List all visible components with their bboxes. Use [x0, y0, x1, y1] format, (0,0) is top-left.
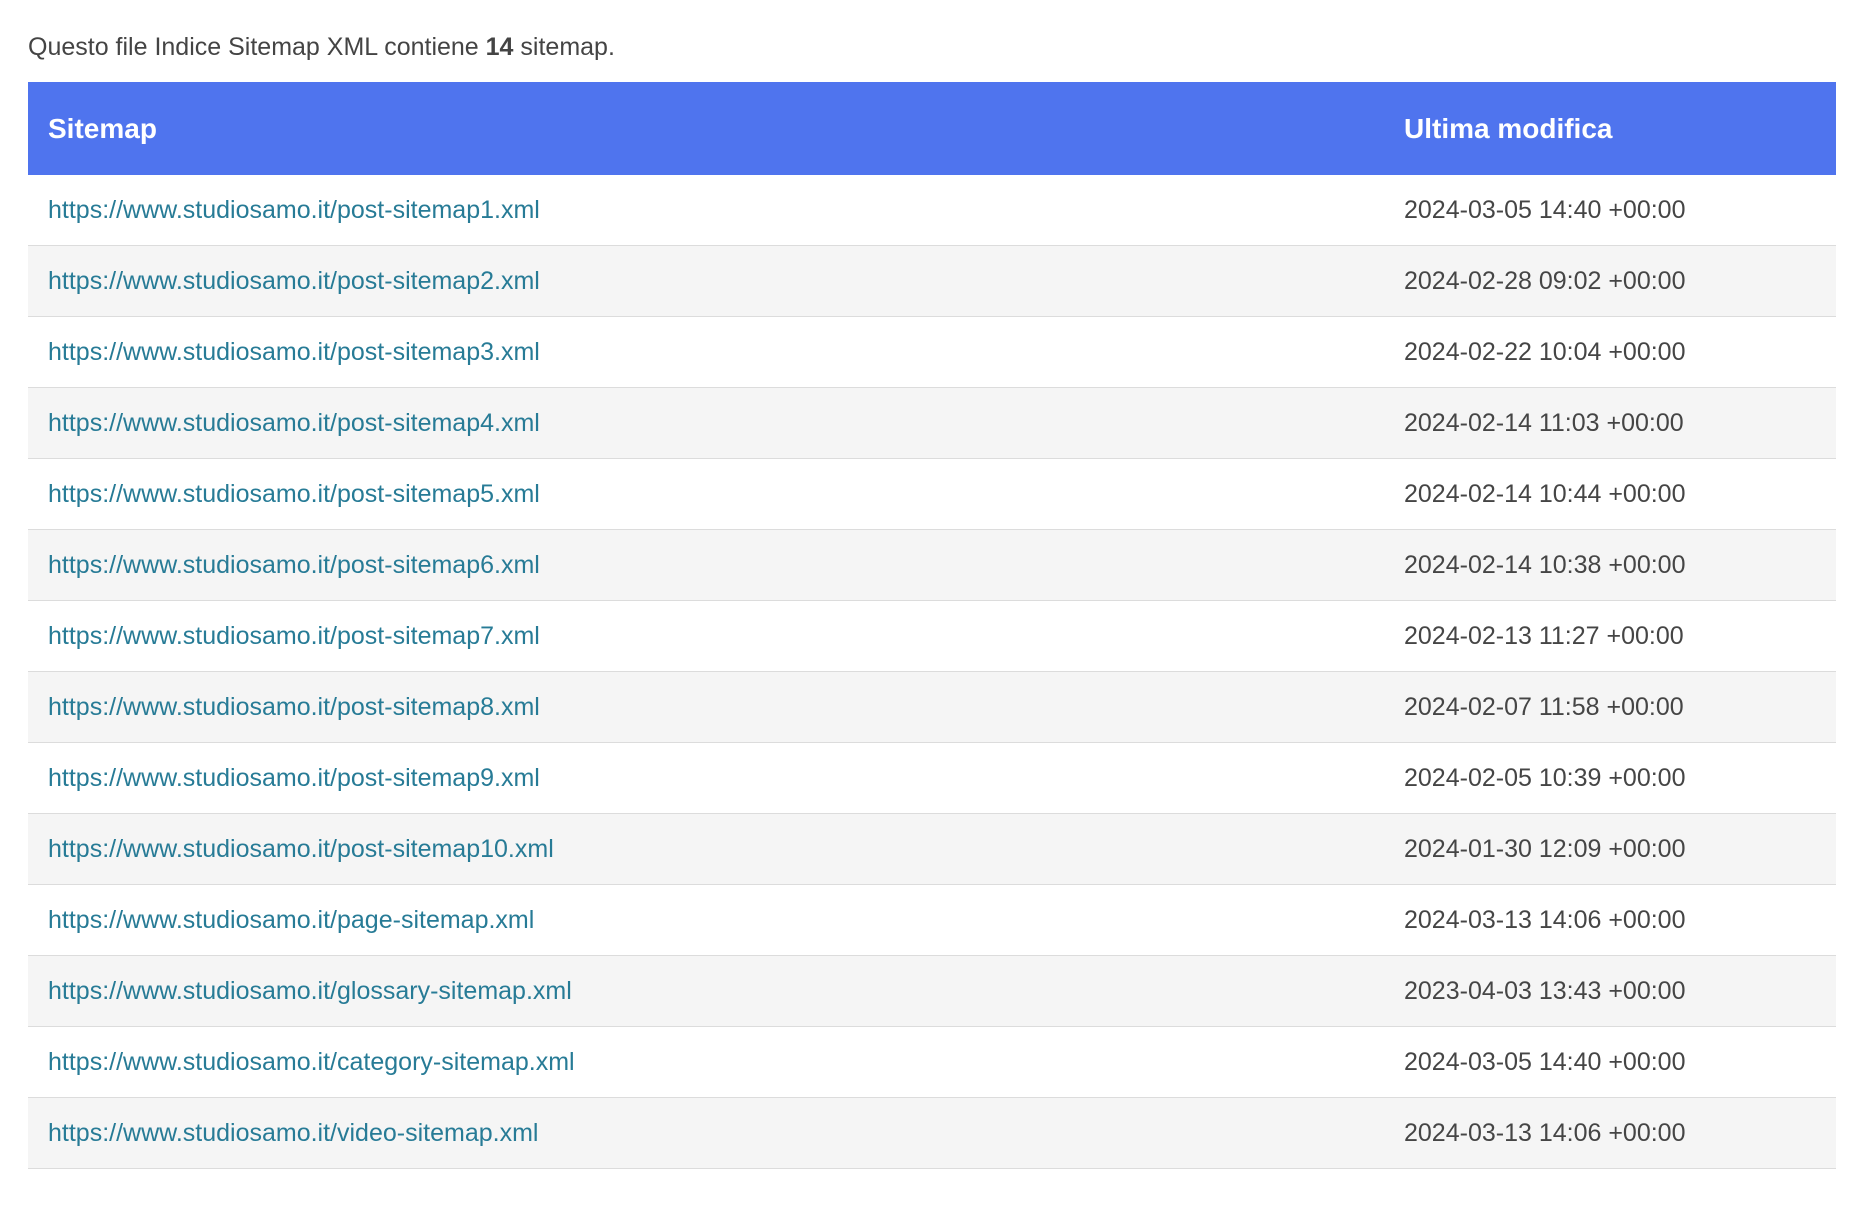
- sitemap-link[interactable]: https://www.studiosamo.it/video-sitemap.…: [48, 1119, 538, 1147]
- sitemap-cell: https://www.studiosamo.it/post-sitemap8.…: [28, 671, 1385, 743]
- sitemap-link[interactable]: https://www.studiosamo.it/post-sitemap5.…: [48, 480, 540, 508]
- table-row: https://www.studiosamo.it/post-sitemap3.…: [28, 316, 1836, 388]
- sitemap-link[interactable]: https://www.studiosamo.it/post-sitemap10…: [48, 835, 554, 863]
- sitemap-link[interactable]: https://www.studiosamo.it/post-sitemap1.…: [48, 196, 540, 224]
- sitemap-cell: https://www.studiosamo.it/post-sitemap4.…: [28, 387, 1385, 459]
- table-row: https://www.studiosamo.it/post-sitemap7.…: [28, 600, 1836, 672]
- sitemap-cell: https://www.studiosamo.it/post-sitemap6.…: [28, 529, 1385, 601]
- last-modified-cell: 2024-01-30 12:09 +00:00: [1385, 813, 1836, 885]
- last-modified-cell: 2024-02-14 11:03 +00:00: [1385, 387, 1836, 459]
- last-modified-cell: 2024-03-05 14:40 +00:00: [1385, 175, 1836, 246]
- last-modified-cell: 2024-03-05 14:40 +00:00: [1385, 1026, 1836, 1098]
- sitemap-cell: https://www.studiosamo.it/post-sitemap9.…: [28, 742, 1385, 814]
- table-row: https://www.studiosamo.it/post-sitemap2.…: [28, 245, 1836, 317]
- column-header-sitemap[interactable]: Sitemap: [28, 82, 1385, 175]
- sitemap-cell: https://www.studiosamo.it/post-sitemap2.…: [28, 245, 1385, 317]
- sitemap-cell: https://www.studiosamo.it/post-sitemap1.…: [28, 175, 1385, 246]
- table-row: https://www.studiosamo.it/post-sitemap10…: [28, 813, 1836, 885]
- last-modified-cell: 2024-02-14 10:44 +00:00: [1385, 458, 1836, 530]
- table-row: https://www.studiosamo.it/page-sitemap.x…: [28, 884, 1836, 956]
- table-row: https://www.studiosamo.it/post-sitemap6.…: [28, 529, 1836, 601]
- last-modified-cell: 2024-02-22 10:04 +00:00: [1385, 316, 1836, 388]
- sitemap-cell: https://www.studiosamo.it/glossary-sitem…: [28, 955, 1385, 1027]
- intro-prefix: Questo file Indice Sitemap XML contiene: [28, 33, 486, 61]
- sitemap-link[interactable]: https://www.studiosamo.it/post-sitemap8.…: [48, 693, 540, 721]
- table-row: https://www.studiosamo.it/post-sitemap4.…: [28, 387, 1836, 459]
- sitemap-link[interactable]: https://www.studiosamo.it/post-sitemap2.…: [48, 267, 540, 295]
- sitemap-cell: https://www.studiosamo.it/video-sitemap.…: [28, 1097, 1385, 1169]
- table-row: https://www.studiosamo.it/glossary-sitem…: [28, 955, 1836, 1027]
- sitemap-cell: https://www.studiosamo.it/post-sitemap3.…: [28, 316, 1385, 388]
- intro-text: Questo file Indice Sitemap XML contiene …: [28, 29, 1836, 65]
- table-body: https://www.studiosamo.it/post-sitemap1.…: [28, 175, 1836, 1169]
- last-modified-cell: 2024-02-05 10:39 +00:00: [1385, 742, 1836, 814]
- last-modified-cell: 2024-02-13 11:27 +00:00: [1385, 600, 1836, 672]
- sitemap-link[interactable]: https://www.studiosamo.it/post-sitemap9.…: [48, 764, 540, 792]
- sitemap-table: Sitemap Ultima modifica https://www.stud…: [28, 82, 1836, 1169]
- sitemap-cell: https://www.studiosamo.it/post-sitemap7.…: [28, 600, 1385, 672]
- last-modified-cell: 2024-02-07 11:58 +00:00: [1385, 671, 1836, 743]
- table-row: https://www.studiosamo.it/post-sitemap9.…: [28, 742, 1836, 814]
- intro-suffix: sitemap.: [513, 33, 615, 61]
- table-row: https://www.studiosamo.it/post-sitemap5.…: [28, 458, 1836, 530]
- sitemap-link[interactable]: https://www.studiosamo.it/post-sitemap3.…: [48, 338, 540, 366]
- column-header-last-modified[interactable]: Ultima modifica: [1385, 82, 1836, 175]
- header-row: Sitemap Ultima modifica: [28, 82, 1836, 175]
- last-modified-cell: 2024-02-28 09:02 +00:00: [1385, 245, 1836, 317]
- sitemap-cell: https://www.studiosamo.it/category-sitem…: [28, 1026, 1385, 1098]
- sitemap-cell: https://www.studiosamo.it/post-sitemap5.…: [28, 458, 1385, 530]
- last-modified-cell: 2023-04-03 13:43 +00:00: [1385, 955, 1836, 1027]
- sitemap-index-page: Questo file Indice Sitemap XML contiene …: [0, 0, 1862, 1169]
- table-row: https://www.studiosamo.it/post-sitemap8.…: [28, 671, 1836, 743]
- last-modified-cell: 2024-03-13 14:06 +00:00: [1385, 884, 1836, 956]
- sitemap-cell: https://www.studiosamo.it/page-sitemap.x…: [28, 884, 1385, 956]
- sitemap-link[interactable]: https://www.studiosamo.it/glossary-sitem…: [48, 977, 572, 1005]
- last-modified-cell: 2024-02-14 10:38 +00:00: [1385, 529, 1836, 601]
- sitemap-cell: https://www.studiosamo.it/post-sitemap10…: [28, 813, 1385, 885]
- sitemap-count: 14: [485, 33, 514, 61]
- sitemap-link[interactable]: https://www.studiosamo.it/post-sitemap6.…: [48, 551, 540, 579]
- sitemap-link[interactable]: https://www.studiosamo.it/post-sitemap4.…: [48, 409, 540, 437]
- table-row: https://www.studiosamo.it/post-sitemap1.…: [28, 175, 1836, 246]
- sitemap-link[interactable]: https://www.studiosamo.it/category-sitem…: [48, 1048, 575, 1076]
- table-header: Sitemap Ultima modifica: [28, 82, 1836, 175]
- sitemap-link[interactable]: https://www.studiosamo.it/page-sitemap.x…: [48, 906, 534, 934]
- last-modified-cell: 2024-03-13 14:06 +00:00: [1385, 1097, 1836, 1169]
- table-row: https://www.studiosamo.it/video-sitemap.…: [28, 1097, 1836, 1169]
- table-row: https://www.studiosamo.it/category-sitem…: [28, 1026, 1836, 1098]
- sitemap-link[interactable]: https://www.studiosamo.it/post-sitemap7.…: [48, 622, 540, 650]
